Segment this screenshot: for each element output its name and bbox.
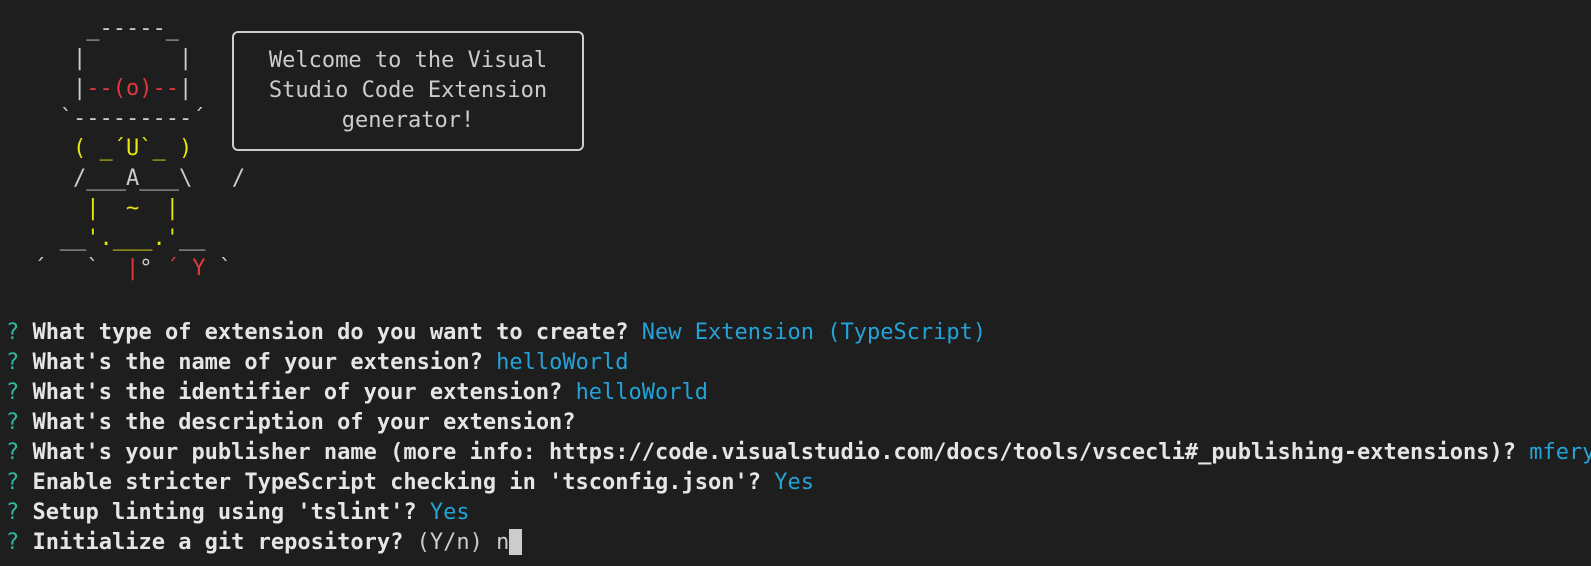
terminal-window[interactable]: _-----_ | | |--(o)--| `---------´ ( _´U`… <box>0 0 1591 566</box>
ascii-art-segment: --(o)-- <box>86 76 179 101</box>
prompt-answer: helloWorld <box>575 380 709 405</box>
prompt-question: Initialize a git repository? <box>32 530 404 555</box>
prompt-question: What's the identifier of your extension? <box>32 380 563 405</box>
prompt-answer: Yes <box>774 470 814 495</box>
ascii-art-segment: | | <box>20 46 193 71</box>
prompt-answer: New Extension (TypeScript) <box>641 320 987 345</box>
prompt-line-current[interactable]: ? Initialize a git repository? (Y/n) n <box>6 528 1586 558</box>
prompt-symbol: ? <box>6 410 20 435</box>
ascii-art-segment: ´ Y <box>165 256 206 281</box>
prompt-question: What's the name of your extension? <box>32 350 483 375</box>
prompt-line-0: ? What type of extension do you want to … <box>6 318 1586 348</box>
ascii-art-segment: '.___.' <box>86 226 179 251</box>
ascii-art-segment: ´ ` <box>20 256 126 281</box>
prompt-question: Enable stricter TypeScript checking in '… <box>32 470 761 495</box>
prompt-question: What's your publisher name (more info: h… <box>32 440 1516 465</box>
ascii-art-segment: / <box>192 166 246 191</box>
prompt-symbol: ? <box>6 530 20 555</box>
ascii-art-segment: ` <box>205 256 232 281</box>
prompt-line-5: ? Enable stricter TypeScript checking in… <box>6 468 1586 498</box>
ascii-art-segment: ° <box>139 256 166 281</box>
prompt-question: What type of extension do you want to cr… <box>32 320 629 345</box>
welcome-box: Welcome to the Visual Studio Code Extens… <box>232 31 584 151</box>
prompt-line-1: ? What's the name of your extension? hel… <box>6 348 1586 378</box>
yeoman-ascii-art: _-----_ | | |--(o)--| `---------´ ( _´U`… <box>20 14 245 284</box>
prompt-question: Setup linting using 'tslint'? <box>32 500 417 525</box>
ascii-art-segment: ( _´U`_ ) <box>20 136 193 161</box>
prompt-symbol: ? <box>6 500 20 525</box>
prompt-hint: (Y/n) <box>416 530 483 555</box>
prompt-question: What's the description of your extension… <box>32 410 576 435</box>
ascii-art-segment: | <box>125 256 140 281</box>
prompt-answer: Yes <box>429 500 470 525</box>
prompt-symbol: ? <box>6 380 20 405</box>
prompt-symbol: ? <box>6 470 20 495</box>
welcome-text: Welcome to the Visual Studio Code Extens… <box>268 48 548 133</box>
ascii-art-segment: __ <box>178 226 206 251</box>
prompt-answer: mfery <box>1529 440 1591 465</box>
prompt-line-2: ? What's the identifier of your extensio… <box>6 378 1586 408</box>
prompt-symbol: ? <box>6 320 20 345</box>
ascii-art-segment: | <box>178 76 193 101</box>
prompt-symbol: ? <box>6 440 20 465</box>
prompt-line-6: ? Setup linting using 'tslint'? Yes <box>6 498 1586 528</box>
prompt-line-3: ? What's the description of your extensi… <box>6 408 1586 438</box>
ascii-art-segment: _-----_ <box>20 16 179 41</box>
typed-input[interactable]: n <box>496 530 509 555</box>
prompt-line-4: ? What's your publisher name (more info:… <box>6 438 1591 468</box>
ascii-art-segment: | <box>20 76 87 101</box>
text-cursor <box>509 529 523 555</box>
prompt-answer: helloWorld <box>496 350 629 375</box>
ascii-art-segment: /___A___\ <box>20 166 193 191</box>
prompt-list: ? What type of extension do you want to … <box>6 318 1591 558</box>
ascii-art-segment: | ~ | <box>20 196 179 221</box>
ascii-art-segment: `---------´ <box>20 106 206 131</box>
prompt-symbol: ? <box>6 350 20 375</box>
ascii-art-segment: __ <box>20 226 87 251</box>
